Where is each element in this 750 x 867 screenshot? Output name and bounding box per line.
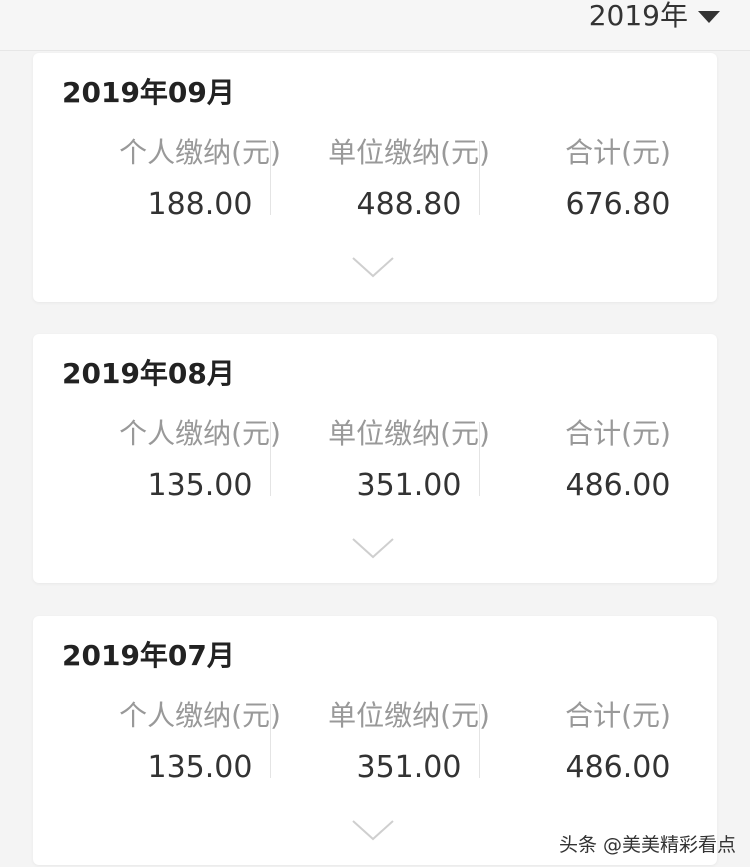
column-divider xyxy=(270,141,271,215)
payment-card-2019-08: 2019年08月 个人缴纳(元) 135.00 单位缴纳(元) 351.00 合… xyxy=(33,334,717,583)
chevron-down-icon[interactable] xyxy=(351,256,395,278)
personal-contribution-label: 个人缴纳(元) xyxy=(119,699,281,732)
total-value: 676.80 xyxy=(565,187,671,222)
total-label: 合计(元) xyxy=(565,136,671,169)
employer-contribution-value: 488.80 xyxy=(356,187,462,222)
total-column: 合计(元) 486.00 xyxy=(513,414,723,506)
total-value: 486.00 xyxy=(565,468,671,503)
personal-contribution-column: 个人缴纳(元) 135.00 xyxy=(95,696,305,788)
personal-contribution-value: 135.00 xyxy=(147,750,253,785)
card-month-title: 2019年07月 xyxy=(62,639,235,672)
top-bar: 2019年 xyxy=(0,0,750,51)
employer-contribution-value: 351.00 xyxy=(356,750,462,785)
employer-contribution-column: 单位缴纳(元) 351.00 xyxy=(304,696,514,788)
personal-contribution-label: 个人缴纳(元) xyxy=(119,417,281,450)
personal-contribution-label: 个人缴纳(元) xyxy=(119,136,281,169)
column-divider xyxy=(270,422,271,496)
total-column: 合计(元) 486.00 xyxy=(513,696,723,788)
watermark-text: 头条 @美美精彩看点 xyxy=(558,834,736,856)
column-divider xyxy=(479,422,480,496)
triangle-down-icon xyxy=(698,11,720,23)
card-month-title: 2019年09月 xyxy=(62,76,235,109)
column-divider xyxy=(270,704,271,778)
total-label: 合计(元) xyxy=(565,699,671,732)
employer-contribution-label: 单位缴纳(元) xyxy=(328,136,490,169)
personal-contribution-column: 个人缴纳(元) 135.00 xyxy=(95,414,305,506)
card-month-title: 2019年08月 xyxy=(62,357,235,390)
chevron-down-icon[interactable] xyxy=(351,819,395,841)
total-label: 合计(元) xyxy=(565,417,671,450)
payment-card-2019-07: 2019年07月 个人缴纳(元) 135.00 单位缴纳(元) 351.00 合… xyxy=(33,616,717,865)
year-selector[interactable]: 2019年 xyxy=(589,0,720,32)
employer-contribution-column: 单位缴纳(元) 351.00 xyxy=(304,414,514,506)
column-divider xyxy=(479,141,480,215)
total-value: 486.00 xyxy=(565,750,671,785)
personal-contribution-value: 188.00 xyxy=(147,187,253,222)
employer-contribution-label: 单位缴纳(元) xyxy=(328,417,490,450)
column-divider xyxy=(479,704,480,778)
employer-contribution-value: 351.00 xyxy=(356,468,462,503)
total-column: 合计(元) 676.80 xyxy=(513,133,723,225)
personal-contribution-value: 135.00 xyxy=(147,468,253,503)
employer-contribution-label: 单位缴纳(元) xyxy=(328,699,490,732)
payment-card-2019-09: 2019年09月 个人缴纳(元) 188.00 单位缴纳(元) 488.80 合… xyxy=(33,53,717,302)
chevron-down-icon[interactable] xyxy=(351,537,395,559)
year-selector-label: 2019年 xyxy=(588,0,688,32)
employer-contribution-column: 单位缴纳(元) 488.80 xyxy=(304,133,514,225)
personal-contribution-column: 个人缴纳(元) 188.00 xyxy=(95,133,305,225)
